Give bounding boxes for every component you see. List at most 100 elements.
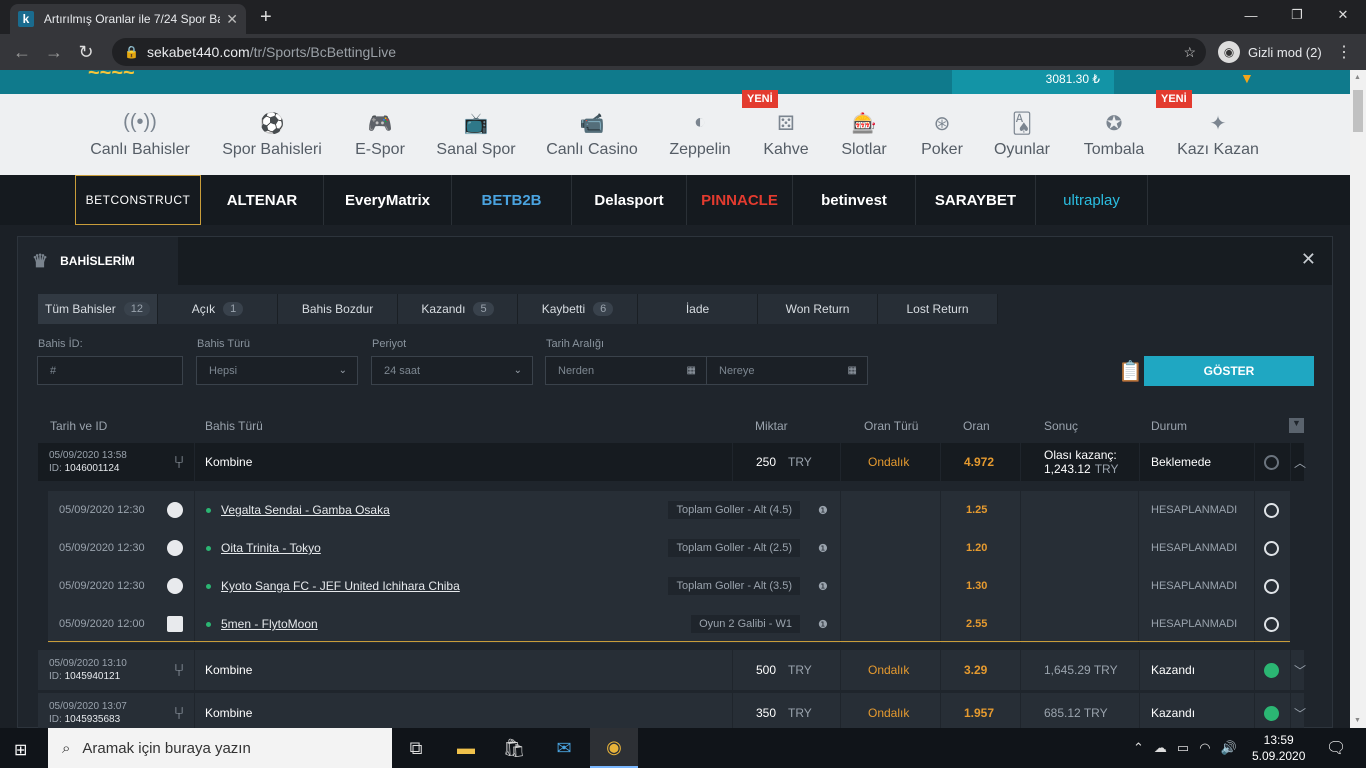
result-value: 1,645.29 TRY bbox=[1044, 663, 1118, 677]
cell-divider bbox=[840, 443, 841, 481]
scratch-icon: ✦ bbox=[1209, 112, 1227, 135]
chevron-down-icon: ⌄ bbox=[338, 365, 347, 376]
wifi-icon[interactable]: ◠ bbox=[1199, 740, 1210, 756]
bet-odds: 4.972 bbox=[964, 443, 1024, 481]
provider-betinvest[interactable]: betinvest bbox=[793, 175, 916, 225]
scroll-up-icon[interactable]: ▲ bbox=[1354, 74, 1361, 81]
date-from-input[interactable]: Nerden ▦ bbox=[545, 356, 707, 385]
clipboard-icon[interactable]: 📋 bbox=[1118, 359, 1143, 384]
back-icon[interactable]: ← bbox=[6, 42, 38, 63]
close-window-icon[interactable]: ✕ bbox=[1320, 0, 1366, 30]
bet-row[interactable]: 05/09/2020 13:58 ID: 1046001124 ⑂ Kombine 25… bbox=[38, 443, 1306, 481]
taskbar-clock[interactable]: 13:59 5.09.2020 bbox=[1252, 732, 1305, 764]
tab-label: İade bbox=[685, 302, 710, 316]
chevron-down-icon[interactable]: ▼ bbox=[1240, 70, 1254, 86]
lock-icon[interactable]: 🔒 bbox=[124, 45, 139, 59]
tab-kazandı[interactable]: Kazandı 5 bbox=[398, 294, 518, 324]
cloud-icon[interactable]: ☁ bbox=[1154, 740, 1167, 756]
tab-tüm-bahisler[interactable]: Tüm Bahisler 12 bbox=[38, 294, 158, 324]
chevron-down-icon[interactable]: ﹀ bbox=[1294, 650, 1310, 690]
collapse-all-icon[interactable]: ▼ bbox=[1289, 418, 1304, 433]
browser-tab[interactable]: k Artırılmış Oranlar ile 7/24 Spor Ba ✕ bbox=[10, 4, 246, 34]
incognito-indicator[interactable]: ◉ Gizli mod (2) bbox=[1218, 39, 1322, 65]
provider-saraybet[interactable]: SARAYBET bbox=[916, 175, 1036, 225]
status-text: Beklemede bbox=[1151, 455, 1212, 469]
provider-betb2b[interactable]: BETB2B bbox=[452, 175, 572, 225]
match-link[interactable]: Vegalta Sendai - Gamba Osaka bbox=[221, 503, 390, 517]
bet-datetime: 05/09/2020 13:10 bbox=[49, 658, 127, 669]
file-explorer-icon[interactable]: ▬ bbox=[442, 728, 490, 768]
url-input[interactable]: 🔒 sekabet440.com/tr/Sports/BcBettingLive… bbox=[112, 38, 1206, 66]
selection-status: HESAPLANMADI bbox=[1151, 491, 1251, 529]
provider-everymatrix[interactable]: EveryMatrix bbox=[324, 175, 452, 225]
bet-type-text: Kombine bbox=[205, 706, 253, 720]
category-zeppelin[interactable]: ◐ Zeppelin bbox=[655, 94, 745, 175]
minimize-icon[interactable]: — bbox=[1228, 0, 1274, 30]
chevron-up-icon[interactable]: ⌃ bbox=[1133, 740, 1144, 756]
date-to-input[interactable]: Nereye ▦ bbox=[706, 356, 868, 385]
column-header: Oran Türü bbox=[864, 419, 919, 433]
provider-delasport[interactable]: Delasport bbox=[572, 175, 687, 225]
period-value: 24 saat bbox=[384, 364, 421, 377]
category-camera[interactable]: 📹 Canlı Casino bbox=[532, 94, 652, 175]
reload-icon[interactable]: ↻ bbox=[70, 42, 102, 63]
battery-icon[interactable]: ▭ bbox=[1177, 740, 1189, 756]
category-gamepad[interactable]: 🎮 E-Spor bbox=[340, 94, 420, 175]
tab-bahis-bozdur[interactable]: Bahis Bozdur bbox=[278, 294, 398, 324]
combo-icon: ⑂ bbox=[173, 451, 185, 472]
volume-icon[interactable]: 🔊 bbox=[1221, 740, 1237, 756]
match-link[interactable]: Kyoto Sanga FC - JEF United Ichihara Chi… bbox=[221, 579, 460, 593]
task-view-icon[interactable]: ⧉ bbox=[392, 728, 440, 768]
info-icon[interactable]: ❶ bbox=[818, 605, 832, 643]
taskbar-search-input[interactable]: ⌕ Aramak için buraya yazın bbox=[48, 728, 392, 768]
category-slot[interactable]: 🎰 Slotlar bbox=[824, 94, 904, 175]
match-link[interactable]: Oita Trinita - Tokyo bbox=[221, 541, 321, 555]
mail-icon[interactable]: ✉ bbox=[540, 728, 588, 768]
maximize-icon[interactable]: ❐ bbox=[1274, 0, 1320, 30]
scroll-down-icon[interactable]: ▼ bbox=[1354, 717, 1361, 724]
browser-menu-icon[interactable]: ⋮ bbox=[1336, 42, 1352, 62]
close-icon[interactable]: ✕ bbox=[1301, 249, 1316, 270]
close-tab-icon[interactable]: ✕ bbox=[226, 11, 238, 28]
category-ball[interactable]: ⚽ Spor Bahisleri bbox=[207, 94, 337, 175]
provider-altenar[interactable]: ALTENAR bbox=[201, 175, 324, 225]
bet-row[interactable]: 05/09/2020 13:07 ID: 1045935683 ⑂ Kombine 35… bbox=[38, 693, 1306, 728]
info-icon[interactable]: ❶ bbox=[818, 529, 832, 567]
bet-id-input[interactable]: # bbox=[37, 356, 183, 385]
site-logo[interactable]: ~~~~ bbox=[88, 70, 135, 85]
provider-ultraplay[interactable]: ultraplay bbox=[1036, 175, 1148, 225]
bet-row[interactable]: 05/09/2020 13:10 ID: 1045940121 ⑂ Kombine 50… bbox=[38, 650, 1306, 690]
modal-title-tab[interactable]: ♛ BAHİSLERİM bbox=[18, 237, 178, 285]
category-tv[interactable]: 📺 Sanal Spor bbox=[426, 94, 526, 175]
balance-display[interactable]: 3081.30 ₺ bbox=[952, 70, 1114, 94]
show-button[interactable]: GÖSTER bbox=[1144, 356, 1314, 386]
info-icon[interactable]: ❶ bbox=[818, 491, 832, 529]
info-icon[interactable]: ❶ bbox=[818, 567, 832, 605]
notification-icon[interactable]: 🗨 bbox=[1326, 738, 1346, 758]
bet-type-select[interactable]: Hepsi ⌄ bbox=[196, 356, 358, 385]
cell-divider bbox=[1254, 443, 1255, 481]
windows-start-icon[interactable]: ⊞ bbox=[14, 740, 27, 760]
chrome-icon[interactable]: ◉ bbox=[590, 728, 638, 768]
store-icon[interactable]: 🛍 bbox=[490, 728, 538, 768]
scroll-thumb[interactable] bbox=[1353, 90, 1363, 132]
tab-i̇ade[interactable]: İade bbox=[638, 294, 758, 324]
new-tab-button[interactable]: + bbox=[260, 6, 272, 29]
tab-won-return[interactable]: Won Return bbox=[758, 294, 878, 324]
category-live[interactable]: ((•)) Canlı Bahisler bbox=[75, 94, 205, 175]
tab-lost-return[interactable]: Lost Return bbox=[878, 294, 998, 324]
tab-açık[interactable]: Açık 1 bbox=[158, 294, 278, 324]
match-link[interactable]: 5men - FlytoMoon bbox=[221, 617, 318, 631]
category-chip[interactable]: ⊛ Poker bbox=[907, 94, 977, 175]
provider-betconstruct[interactable]: BETCONSTRUCT bbox=[75, 175, 201, 225]
provider-pinnacle[interactable]: PINNACLE bbox=[687, 175, 793, 225]
chevron-up-icon[interactable]: ︿ bbox=[1294, 443, 1310, 481]
bookmark-star-icon[interactable]: ☆ bbox=[1183, 44, 1196, 61]
period-select[interactable]: 24 saat ⌄ bbox=[371, 356, 533, 385]
category-cards[interactable]: 🂡 Oyunlar bbox=[977, 94, 1067, 175]
chevron-down-icon[interactable]: ﹀ bbox=[1294, 693, 1310, 728]
forward-icon[interactable]: → bbox=[38, 42, 70, 63]
tab-kaybetti[interactable]: Kaybetti 6 bbox=[518, 294, 638, 324]
category-star[interactable]: ✪ Tombala bbox=[1069, 94, 1159, 175]
page-scrollbar[interactable]: ▲ ▼ bbox=[1350, 70, 1366, 728]
